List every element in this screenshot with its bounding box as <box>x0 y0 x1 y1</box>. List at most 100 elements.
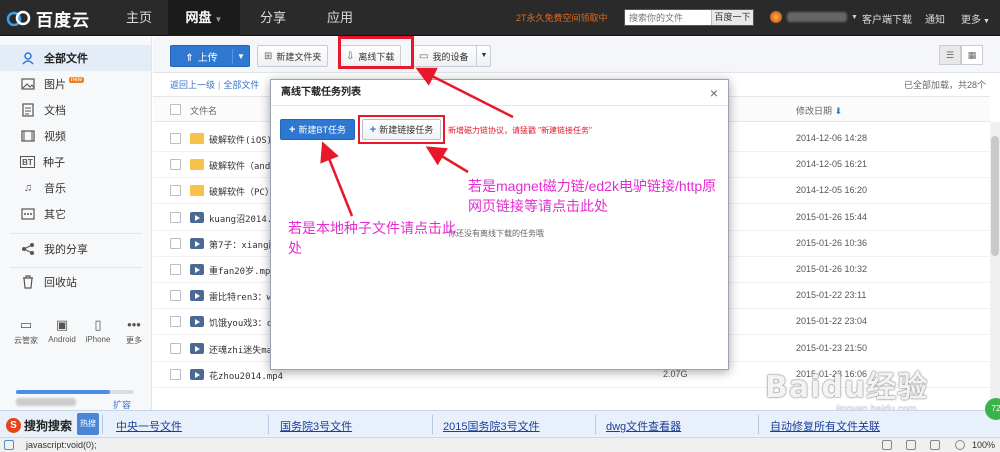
device-label: 云管家 <box>14 336 38 345</box>
file-name[interactable]: 破解软件（andr <box>209 159 276 172</box>
document-icon <box>20 103 36 117</box>
new-folder-label: 新建文件夹 <box>276 51 322 62</box>
sidebar-item-images[interactable]: 图片 new <box>0 71 151 97</box>
column-name[interactable]: 文件名 <box>190 104 217 117</box>
row-checkbox[interactable] <box>170 133 181 144</box>
hot-link[interactable]: 中央一号文件 <box>116 418 182 434</box>
sogou-logo[interactable]: S 搜狗搜索 <box>6 417 72 434</box>
chevron-down-icon: ▼ <box>851 13 858 21</box>
scrollbar[interactable] <box>990 122 1000 410</box>
file-name[interactable]: 雷比特ren3：w <box>209 290 272 303</box>
tab-netdisk-label: 网盘 <box>185 10 212 25</box>
divider <box>432 415 433 434</box>
file-size: 2.07G <box>663 369 688 379</box>
user-menu[interactable]: ▼ <box>770 11 858 23</box>
upload-button[interactable]: ⇑ 上传 ▼ <box>170 45 250 67</box>
hot-link[interactable]: 2015国务院3号文件 <box>443 418 540 434</box>
device-icon: ▭ <box>419 50 429 62</box>
client-download-link[interactable]: 客户端下载 <box>862 11 912 26</box>
scrollbar-thumb[interactable] <box>991 136 999 256</box>
row-checkbox[interactable] <box>170 343 181 354</box>
tab-apps[interactable]: 应用 <box>310 0 370 36</box>
list-view-icon[interactable]: ☰ <box>939 45 961 65</box>
video-file-icon <box>190 212 204 223</box>
sidebar-item-my-share[interactable]: 我的分享 <box>0 236 151 262</box>
hot-link[interactable]: 国务院3号文件 <box>280 418 352 434</box>
baidu-cloud-logo[interactable]: 百度云 <box>6 6 90 30</box>
file-name[interactable]: 花zhou2014.mp4 <box>209 369 283 382</box>
zoom-level[interactable]: 100% <box>972 440 995 450</box>
promo-link[interactable]: 2T永久免费空间领取中 <box>516 11 608 24</box>
file-name[interactable]: 破解软件(iOS) <box>209 133 272 146</box>
hot-link[interactable]: dwg文件查看器 <box>606 418 681 434</box>
grid-view-icon[interactable]: ▦ <box>961 45 983 65</box>
status-icon[interactable] <box>882 440 892 450</box>
new-bt-task-button[interactable]: + 新建BT任务 <box>280 119 355 140</box>
upload-label: ⇑ 上传 <box>171 48 233 64</box>
search-button[interactable]: 百度一下 <box>711 10 753 25</box>
file-date: 2014-12-05 16:20 <box>796 185 868 195</box>
breadcrumb-all-files[interactable]: 全部文件 <box>223 80 259 90</box>
breadcrumb-back[interactable]: 返回上一级 <box>170 80 215 90</box>
file-name[interactable]: 重fan20岁.mp4 <box>209 264 276 277</box>
green-badge-icon[interactable]: 72 <box>985 398 1000 420</box>
more-menu[interactable]: 更多 ▼ <box>961 11 990 26</box>
row-checkbox[interactable] <box>170 369 181 380</box>
file-date: 2015-01-22 23:04 <box>796 316 868 326</box>
row-checkbox[interactable] <box>170 212 181 223</box>
zoom-icon[interactable] <box>955 440 965 450</box>
chevron-down-icon[interactable]: ▼ <box>476 46 490 66</box>
tab-home[interactable]: 主页 <box>110 0 168 36</box>
sidebar-item-other[interactable]: 其它 <box>0 201 151 227</box>
status-icon[interactable] <box>906 440 916 450</box>
sidebar-item-all-files[interactable]: 全部文件 <box>0 45 151 71</box>
column-date[interactable]: 修改日期 ⬇ <box>796 104 842 117</box>
new-folder-button[interactable]: ⊞ 新建文件夹 <box>257 45 329 67</box>
tab-share[interactable]: 分享 <box>244 0 302 36</box>
folder-icon <box>190 159 204 170</box>
chevron-down-icon: ▼ <box>214 15 223 24</box>
device-label: 更多 <box>126 336 142 345</box>
image-icon <box>20 77 36 91</box>
row-checkbox[interactable] <box>170 290 181 301</box>
sidebar-divider <box>10 267 142 268</box>
file-date: 2014-12-06 14:28 <box>796 133 868 143</box>
row-checkbox[interactable] <box>170 264 181 275</box>
row-checkbox[interactable] <box>170 238 181 249</box>
notifications-link[interactable]: 通知 <box>925 11 945 26</box>
file-name[interactable]: 第7子：xiang醒 <box>209 238 278 251</box>
close-icon[interactable]: × <box>710 85 718 101</box>
breadcrumb-separator: | <box>218 80 221 90</box>
device-more[interactable]: ••• 更多 <box>118 317 150 346</box>
file-date: 2014-12-05 16:21 <box>796 159 868 169</box>
chevron-down-icon[interactable]: ▼ <box>233 52 249 61</box>
device-iphone[interactable]: ▯ iPhone <box>82 317 114 346</box>
sidebar-item-recycle-bin[interactable]: 回收站 <box>0 269 151 295</box>
storage-quota-bar <box>16 390 134 394</box>
row-checkbox[interactable] <box>170 159 181 170</box>
search-input[interactable] <box>625 10 711 25</box>
sidebar-item-torrents[interactable]: BT 种子 <box>0 149 151 175</box>
folder-icon <box>190 133 204 144</box>
tab-netdisk[interactable]: 网盘 ▼ <box>168 0 240 36</box>
browser-status-bar: javascript:void(0); 100% <box>0 437 1000 452</box>
sogou-logo-text: 搜狗搜索 <box>24 419 73 433</box>
file-name[interactable]: 破解软件（PC） <box>209 185 274 198</box>
file-name[interactable]: 饥饿you戏3：c <box>209 316 272 329</box>
my-device-button[interactable]: ▭ 我的设备 ▼ <box>412 45 492 67</box>
device-cloud-manager[interactable]: ▭ 云管家 <box>10 317 42 346</box>
sidebar-item-label: 图片 <box>44 79 66 91</box>
chevron-down-icon: ▼ <box>983 18 990 25</box>
status-icon[interactable] <box>930 440 940 450</box>
select-all-checkbox[interactable] <box>170 104 181 115</box>
loaded-count: 已全部加载，共28个 <box>904 80 987 90</box>
row-checkbox[interactable] <box>170 185 181 196</box>
row-checkbox[interactable] <box>170 316 181 327</box>
device-android[interactable]: ▣ Android <box>46 317 78 346</box>
status-url: javascript:void(0); <box>26 440 97 450</box>
sidebar-item-documents[interactable]: 文档 <box>0 97 151 123</box>
sidebar-item-videos[interactable]: 视频 <box>0 123 151 149</box>
sidebar-item-music[interactable]: ♫ 音乐 <box>0 175 151 201</box>
file-name[interactable]: kuang沼2014.m <box>209 212 278 225</box>
hot-link[interactable]: 自动修复所有文件关联 <box>770 418 880 434</box>
